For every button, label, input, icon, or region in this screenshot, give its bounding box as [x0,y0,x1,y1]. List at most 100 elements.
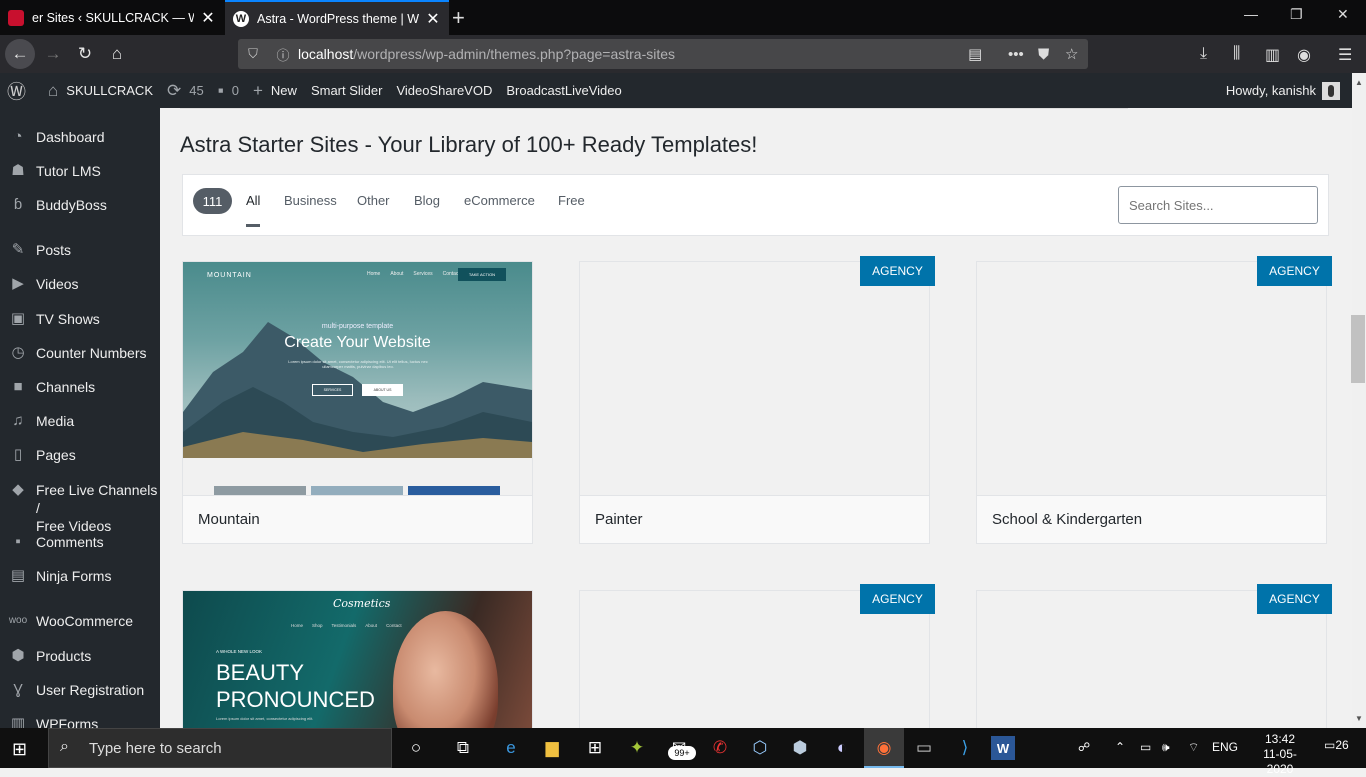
sidebar-item-videos[interactable]: ▶ Videos [0,275,160,293]
site-card-school-kindergarten[interactable]: School & Kindergarten [976,261,1327,544]
adminbar-item-smart-slider[interactable]: Smart Slider [304,73,390,108]
sidebar-item-counter-numbers[interactable]: ◷ Counter Numbers [0,344,160,362]
sidebar-item-buddyboss[interactable]: ɓ BuddyBoss [0,196,160,214]
sidebar-item-free-live-channels[interactable]: ◆ Free Live Channels / Free Videos [0,481,160,535]
scrollbar-thumb[interactable] [1351,315,1365,383]
new-content-menu[interactable]: + New [246,73,304,108]
word-icon[interactable]: W [991,736,1015,760]
url-bar[interactable]: ⛉ ⓘ localhost/wordpress/wp-admin/themes.… [238,39,1088,69]
updates-menu[interactable]: ⟳ 45 [160,73,211,108]
vscode-icon[interactable]: ⟩ [950,734,980,762]
sidebar-item-tv-shows[interactable]: ▣ TV Shows [0,310,160,328]
woo-icon: woo [8,615,28,626]
tray-expand-icon[interactable]: ⌃ [1115,740,1125,754]
beauty-logo: Cosmetics [333,597,391,610]
volume-icon[interactable]: 🕪 [1162,740,1170,755]
whatsapp-icon[interactable]: ✆ [705,734,735,762]
wp-logo-menu[interactable]: Ⓦ [0,73,41,108]
account-icon[interactable]: ◉ [1297,45,1311,65]
window-close-icon[interactable]: ✕ [1337,6,1349,23]
browser-tab-1[interactable]: er Sites ‹ SKULLCRACK — Word ✕ [0,0,224,35]
category-business[interactable]: Business [284,193,337,208]
virtualbox-icon[interactable]: ⬡ [745,734,775,762]
store-icon[interactable]: ⊞ [580,734,610,762]
windows-start-icon[interactable]: ⊞ [12,739,27,760]
sidebar-item-pages[interactable]: ▯ Pages [0,446,160,464]
scroll-down-icon[interactable]: ▼ [1355,714,1363,723]
new-tab-icon[interactable]: + [452,5,465,31]
category-ecommerce[interactable]: eCommerce [464,193,535,208]
sidebar-item-ninja-forms[interactable]: ▤ Ninja Forms [0,567,160,585]
reload-icon[interactable]: ↻ [70,39,100,69]
sidebar-toggle-icon[interactable]: ▥ [1265,45,1280,65]
menu-icon[interactable]: ☰ [1338,45,1352,65]
minimize-icon[interactable]: — [1244,6,1258,22]
info-icon[interactable]: ⓘ [268,45,298,64]
scroll-up-icon[interactable]: ▲ [1355,78,1363,87]
shield-icon[interactable]: ⛉ [238,46,268,62]
bt-link: Contact [386,623,402,628]
close-icon[interactable]: ✕ [200,8,216,28]
close-icon[interactable]: ✕ [425,9,441,29]
sidebar-item-user-registration[interactable]: Ɣ User Registration [0,681,160,699]
restore-icon[interactable]: ❐ [1290,6,1303,23]
people-icon[interactable]: ☍ [1078,740,1090,754]
forward-icon[interactable]: → [38,39,68,69]
mountain-thumbnail: MOUNTAIN Home About Services Contact TAK… [183,262,532,495]
sidebar-item-woocommerce[interactable]: woo WooCommerce [0,612,160,630]
android-studio-icon[interactable]: ✦ [622,734,652,762]
category-free[interactable]: Free [558,193,585,208]
bookmark-star-icon[interactable]: ☆ [1065,39,1078,69]
video-icon: ▶ [12,275,24,292]
cortana-icon[interactable]: ○ [401,734,431,762]
sidebar-item-tutor-lms[interactable]: ☗ Tutor LMS [0,162,160,180]
adminbar-item-broadcastlivevideo[interactable]: BroadcastLiveVideo [499,73,628,108]
wifi-icon[interactable]: ⌔ [1188,740,1199,755]
site-name-menu[interactable]: ⌂ SKULLCRACK [41,73,160,108]
unity-icon[interactable]: ⬢ [785,734,815,762]
firefox-icon[interactable]: ◉ [869,734,899,762]
edge-icon[interactable]: e [496,734,526,762]
remote-desktop-icon[interactable]: ▭ [909,734,939,762]
back-icon[interactable]: ← [5,39,35,69]
sidebar-item-media[interactable]: ♫ Media [0,412,160,430]
sidebar-item-wpforms[interactable]: ▥ WPForms [0,715,160,728]
eclipse-icon[interactable]: ◐ [827,734,857,762]
comments-menu[interactable]: ▪ 0 [211,73,246,108]
home-icon[interactable]: ⌂ [102,39,132,69]
painter-thumbnail [580,262,929,495]
browser-tab-2[interactable]: W Astra - WordPress theme | Wor ✕ [225,0,449,35]
sidebar-item-comments[interactable]: ▪ Comments [0,533,160,551]
site-name: SKULLCRACK [66,83,153,98]
sidebar-item-products[interactable]: ⬢ Products [0,647,160,665]
mt-link: About [390,271,404,277]
page-scrollbar[interactable] [1352,73,1366,728]
download-icon[interactable]: ⤓ [1200,45,1207,63]
site-card-beauty[interactable]: Cosmetics Home Shop Testimonials About C… [182,590,533,728]
language-indicator[interactable]: ENG [1212,740,1238,754]
more-actions-icon[interactable]: ••• [1008,39,1024,69]
adminbar-item-videosharevod[interactable]: VideoShareVOD [389,73,499,108]
library-icon[interactable]: ⫼ [1233,45,1240,63]
reader-view-icon[interactable]: ▤ [968,39,982,69]
media-icon: ♫ [12,412,24,429]
category-all[interactable]: All [246,193,260,208]
taskbar-clock[interactable]: 13:42 11-05-2020 [1250,732,1310,777]
battery-icon[interactable]: ▭ [1140,740,1151,754]
taskbar-search-box[interactable]: Type here to search [48,728,392,768]
bt-link: About [365,623,378,628]
site-card-painter[interactable]: Painter [579,261,930,544]
file-explorer-icon[interactable]: ▆ [537,734,567,762]
category-blog[interactable]: Blog [414,193,440,208]
site-card-mountain[interactable]: MOUNTAIN Home About Services Contact TAK… [182,261,533,544]
search-sites-input[interactable] [1118,186,1318,224]
task-view-icon[interactable]: ⧉ [448,734,478,762]
admin-sidebar: ◔ Dashboard ☗ Tutor LMS ɓ BuddyBoss ✎ Posts … [0,108,160,728]
category-other[interactable]: Other [357,193,390,208]
sidebar-item-dashboard[interactable]: ◔ Dashboard [0,128,160,146]
pocket-icon[interactable]: ⛊ [1038,39,1049,69]
account-menu[interactable]: Howdy, kanishk [1226,73,1340,108]
sidebar-item-channels[interactable]: ■ Channels [0,378,160,396]
action-center-icon[interactable]: ▭26 [1324,738,1349,752]
sidebar-item-posts[interactable]: ✎ Posts [0,241,160,259]
